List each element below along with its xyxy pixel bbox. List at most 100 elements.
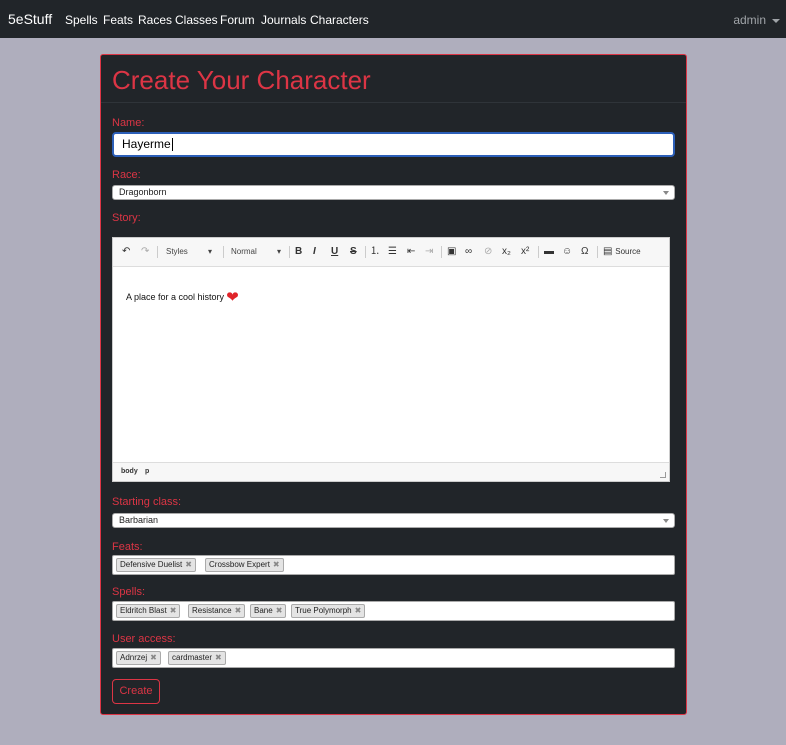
- top-navbar: 5eStuff Spells Feats Races Classes Forum…: [0, 0, 786, 38]
- tag-label: Eldritch Blast: [120, 606, 167, 615]
- user-access-label: User access:: [112, 633, 176, 645]
- chevron-down-icon: ▾: [277, 247, 282, 256]
- editor-content-area[interactable]: A place for a cool history ❤: [113, 267, 669, 462]
- editor-status-bar: body p: [113, 462, 669, 481]
- styles-dropdown[interactable]: Styles ▾: [166, 247, 212, 256]
- tag-label: Defensive Duelist: [120, 560, 183, 569]
- toolbar-separator: [441, 246, 442, 258]
- unlink-icon[interactable]: ⊘: [484, 246, 492, 258]
- styles-dropdown-label: Styles: [166, 247, 188, 256]
- spell-tag: Bane ✖: [250, 604, 287, 618]
- race-select[interactable]: Dragonborn: [112, 185, 675, 200]
- toolbar-separator: [597, 246, 598, 258]
- bold-icon[interactable]: B: [295, 246, 302, 258]
- source-button[interactable]: ▤ Source: [603, 246, 641, 258]
- dropdown-arrow-icon: [663, 519, 669, 523]
- story-text-value: A place for a cool history: [126, 292, 225, 302]
- heart-emoji-icon: ❤: [226, 289, 239, 306]
- link-icon[interactable]: ∞: [465, 246, 472, 258]
- nav-spells[interactable]: Spells: [65, 13, 98, 27]
- redo-icon[interactable]: ↷: [141, 246, 149, 258]
- feat-tag: Defensive Duelist ✖: [116, 558, 196, 572]
- tag-label: Resistance: [192, 606, 232, 615]
- image-icon[interactable]: ▣: [447, 246, 456, 258]
- decrease-indent-icon[interactable]: ⇤: [407, 246, 415, 258]
- source-icon: ▤: [603, 246, 613, 257]
- starting-class-label: Starting class:: [112, 496, 182, 508]
- story-label: Story:: [112, 212, 141, 224]
- card-header: Create Your Character: [101, 55, 686, 103]
- remove-tag-icon[interactable]: ✖: [170, 606, 177, 615]
- tag-label: True Polymorph: [295, 606, 352, 615]
- numbered-list-icon[interactable]: ⒈: [370, 246, 380, 258]
- editor-toolbar: ↶ ↷ Styles ▾ Normal ▾ B I U S ⒈ ☰ ⇤ ⇥ ▣ …: [113, 238, 669, 267]
- chevron-down-icon: [772, 18, 780, 23]
- toolbar-separator: [289, 246, 290, 258]
- remove-tag-icon[interactable]: ✖: [150, 653, 157, 662]
- special-character-icon[interactable]: Ω: [581, 246, 588, 258]
- remove-tag-icon[interactable]: ✖: [273, 560, 280, 569]
- feats-multiselect[interactable]: Defensive Duelist ✖ Crossbow Expert ✖: [112, 555, 675, 575]
- tag-label: Crossbow Expert: [209, 560, 270, 569]
- path-body[interactable]: body: [121, 468, 138, 475]
- user-access-multiselect[interactable]: Adnrzej ✖ cardmaster ✖: [112, 648, 675, 668]
- create-character-card: Create Your Character Name: Hayerme Race…: [100, 54, 687, 715]
- remove-tag-icon[interactable]: ✖: [276, 606, 283, 615]
- spell-tag: Resistance ✖: [188, 604, 246, 618]
- spell-tag: True Polymorph ✖: [291, 604, 366, 618]
- tag-label: Bane: [254, 606, 273, 615]
- strikethrough-icon[interactable]: S: [350, 246, 357, 258]
- starting-class-select[interactable]: Barbarian: [112, 513, 675, 528]
- toolbar-separator: [365, 246, 366, 258]
- name-input[interactable]: Hayerme: [112, 132, 675, 157]
- toolbar-separator: [223, 246, 224, 258]
- remove-tag-icon[interactable]: ✖: [185, 560, 192, 569]
- remove-tag-icon[interactable]: ✖: [235, 606, 242, 615]
- spell-tag: Eldritch Blast ✖: [116, 604, 181, 618]
- brand-logo[interactable]: 5eStuff: [8, 11, 52, 27]
- toolbar-separator: [157, 246, 158, 258]
- name-label: Name:: [112, 117, 145, 129]
- name-input-value: Hayerme: [122, 137, 171, 151]
- tag-label: Adnrzej: [120, 653, 148, 662]
- starting-class-value: Barbarian: [119, 515, 159, 525]
- toolbar-separator: [538, 246, 539, 258]
- create-button[interactable]: Create: [112, 679, 160, 704]
- user-name: admin: [733, 13, 766, 27]
- nav-feats[interactable]: Feats: [103, 13, 133, 27]
- bulleted-list-icon[interactable]: ☰: [388, 246, 397, 258]
- remove-tag-icon[interactable]: ✖: [355, 606, 362, 615]
- race-label: Race:: [112, 169, 141, 181]
- spells-multiselect[interactable]: Eldritch Blast ✖ Resistance ✖ Bane ✖ True P…: [112, 601, 675, 621]
- resize-handle-icon[interactable]: [660, 472, 666, 478]
- underline-icon[interactable]: U: [331, 246, 338, 258]
- user-tag: Adnrzej ✖: [116, 651, 161, 665]
- horizontal-rule-icon[interactable]: ▬: [544, 246, 554, 258]
- format-dropdown[interactable]: Normal ▾: [231, 247, 281, 256]
- remove-tag-icon[interactable]: ✖: [215, 653, 222, 662]
- italic-icon[interactable]: I: [313, 246, 316, 258]
- superscript-icon[interactable]: x²: [521, 246, 529, 258]
- text-cursor: [171, 138, 173, 152]
- user-menu-dropdown[interactable]: admin: [733, 13, 780, 27]
- increase-indent-icon[interactable]: ⇥: [425, 246, 433, 258]
- smiley-icon[interactable]: ☺: [562, 246, 572, 258]
- race-select-value: Dragonborn: [119, 187, 167, 197]
- nav-classes[interactable]: Classes: [175, 13, 218, 27]
- nav-forum[interactable]: Forum: [220, 13, 255, 27]
- format-dropdown-label: Normal: [231, 247, 257, 256]
- path-p[interactable]: p: [145, 468, 149, 475]
- feat-tag: Crossbow Expert ✖: [205, 558, 284, 572]
- story-text: A place for a cool history ❤: [126, 288, 239, 306]
- subscript-icon[interactable]: x₂: [502, 246, 511, 258]
- nav-races[interactable]: Races: [138, 13, 172, 27]
- spells-label: Spells:: [112, 586, 146, 598]
- source-label: Source: [615, 247, 641, 256]
- nav-characters[interactable]: Characters: [310, 13, 369, 27]
- feats-label: Feats:: [112, 541, 143, 553]
- tag-label: cardmaster: [172, 653, 213, 662]
- undo-icon[interactable]: ↶: [122, 246, 130, 258]
- nav-journals[interactable]: Journals: [261, 13, 306, 27]
- story-rich-text-editor: ↶ ↷ Styles ▾ Normal ▾ B I U S ⒈ ☰ ⇤ ⇥ ▣ …: [112, 237, 670, 482]
- user-tag: cardmaster ✖: [168, 651, 226, 665]
